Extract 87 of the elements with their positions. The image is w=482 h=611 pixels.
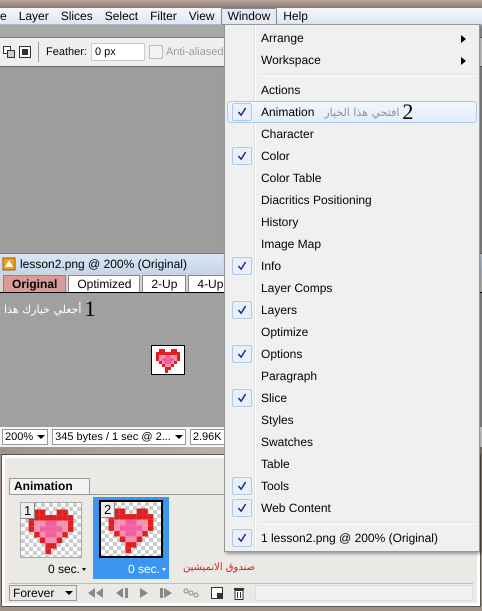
view-tab[interactable]: 2-Up [142,275,186,292]
view-tab[interactable]: Original [3,275,66,292]
frame-number: 1 [21,503,36,519]
loop-dropdown[interactable]: Forever [9,585,77,601]
menu-item-label: Character [261,127,314,141]
menu-bar-item[interactable]: Select [98,8,144,24]
menu-item[interactable]: Info [227,255,477,277]
file-info-dropdown[interactable]: 345 bytes / 1 sec @ 2... [52,429,186,445]
submenu-arrow-icon [461,57,466,65]
scrollbar[interactable] [255,585,473,601]
submenu-arrow-icon [461,35,466,43]
menu-item[interactable]: Options [227,343,477,365]
menu-item[interactable]: Actions [227,79,477,101]
menu-bar-item[interactable]: Slices [54,8,99,24]
menu-item-label: Styles [261,413,294,427]
menu-bar-item[interactable]: Layer [12,8,55,24]
menu-item[interactable]: Diacritics Positioning [227,189,477,211]
menu-item-label: 1 lesson2.png @ 200% (Original) [261,531,438,545]
annotation-number: 2 [402,102,414,122]
menu-item-label: Color Table [261,171,322,185]
annotation-number: 1 [84,299,96,319]
file-size-field: 2.96K [190,429,225,445]
menu-item[interactable]: Layers [227,299,477,321]
menu-item-label: Tools [261,479,290,493]
selection-mode-icon[interactable] [19,46,31,58]
menu-bar-item[interactable]: View [182,8,221,24]
menu-item-label: Web Content [261,501,331,515]
menu-item-label: Swatches [261,435,314,449]
menu-item-label: Optimize [261,325,308,339]
frame-number: 2 [101,502,116,518]
menu-item-label: Table [261,457,290,471]
menu-item[interactable]: Slice [227,387,477,409]
menu-item-label: Color [261,149,290,163]
menu-bar-item[interactable]: Help [277,8,314,24]
first-frame-icon[interactable] [87,588,105,598]
menu-item-label: Paragraph [261,369,318,383]
menu-item-label: Actions [261,83,300,97]
annotation-text: صندوق الانميشين [183,562,256,573]
menu-item[interactable]: Arrange [227,27,477,49]
menu-item-label: History [261,215,298,229]
feather-field[interactable]: 0 px [90,43,145,61]
view-tab[interactable]: Optimized [68,275,140,292]
menu-item-label: Layers [261,303,298,317]
menu-item[interactable]: Web Content [227,497,477,519]
menu-item-label: Diacritics Positioning [261,193,372,207]
document-icon [2,257,16,271]
menu-item-label: Options [261,347,302,361]
menu-item[interactable]: Paragraph [227,365,477,387]
menu-item[interactable]: History [227,211,477,233]
menu-item[interactable]: Color [227,145,477,167]
annotation-text: افتحي هذا الخيار [324,106,400,118]
menu-bar-item[interactable]: Filter [144,8,183,24]
new-frame-icon[interactable] [211,587,223,599]
previous-frame-icon[interactable] [115,588,129,598]
menu-item[interactable]: Optimize [227,321,477,343]
play-icon[interactable] [139,588,149,598]
menu-item[interactable]: Image Map [227,233,477,255]
anti-aliased-label: Anti-aliased [166,46,224,58]
animation-frame[interactable]: 2 0 sec. [93,497,169,579]
annotation-text: أجعلي خيارك هذا [4,302,82,316]
menu-bar-item[interactable]: Window [220,8,278,24]
trash-icon[interactable] [233,586,245,600]
menu-item-label: Animation [261,105,314,119]
menu-item[interactable]: Workspace [227,49,477,71]
menu-item-label: Slice [261,391,288,405]
tween-icon[interactable] [183,588,201,598]
next-frame-icon[interactable] [159,588,173,598]
selection-mode-icon[interactable] [3,46,15,58]
menu-item[interactable]: Character [227,123,477,145]
panel-tab[interactable]: Animation [9,478,90,494]
heart-image [151,345,185,375]
menu-item[interactable]: Tools [227,475,477,497]
menu-item-label: Image Map [261,237,322,251]
menu-item[interactable]: Table [227,453,477,475]
frame-delay-dropdown[interactable]: 0 sec. [48,562,86,576]
menu-item[interactable]: Swatches [227,431,477,453]
menu-item-label: Info [261,259,282,273]
document-title: lesson2.png @ 200% (Original) [20,257,187,271]
menu-item-label: Arrange [261,31,304,45]
menu-bar-item[interactable]: e [0,8,13,24]
menu-item-label: Workspace [261,53,321,67]
menu-item[interactable]: 1 lesson2.png @ 200% (Original) [227,527,477,549]
menu-item[interactable]: Color Table [227,167,477,189]
menu-item-label: Layer Comps [261,281,332,295]
menu-item[interactable]: Styles [227,409,477,431]
feather-label: Feather: [46,46,87,58]
zoom-dropdown[interactable]: 200% [2,429,48,445]
